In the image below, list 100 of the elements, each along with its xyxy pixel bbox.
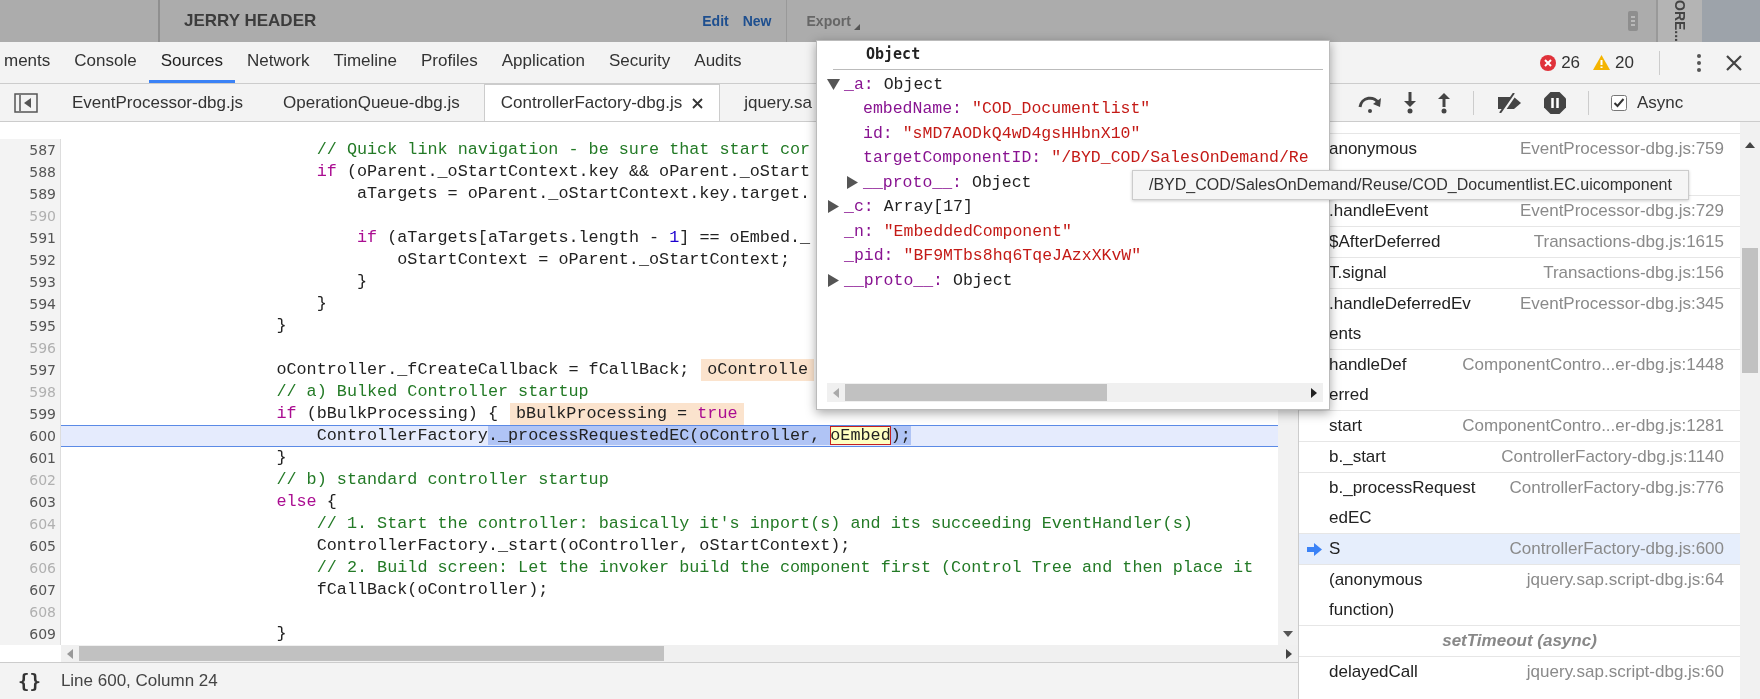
scrollbar-thumb[interactable] [79,646,664,661]
line-number[interactable]: 595 [0,315,61,337]
scroll-up-arrow-icon[interactable] [1745,142,1755,148]
pause-on-exceptions-icon[interactable] [1544,91,1566,114]
panel-tab[interactable]: Timeline [321,42,409,83]
property-text: _a: Object [844,74,944,94]
file-tab[interactable]: ControllerFactory-dbg.js [483,84,721,121]
function-name: start [1329,415,1363,437]
line-number[interactable]: 603 [0,491,61,513]
scrollbar-thumb[interactable] [1742,248,1758,373]
property-text: id: "sMD7AODkQ4wD4gsHHbnX10" [863,123,1141,143]
side-label: ORE... [1672,0,1688,42]
warning-count: 20 [1615,52,1634,73]
call-frame[interactable]: b._start ControllerFactory-dbg.js:1140 [1299,441,1740,472]
code-text: // 2. Build screen: Let the invoker build the component first (Control Tree and then place it [315,558,1254,578]
line-number[interactable]: 607 [0,579,61,601]
expand-arrow-icon[interactable] [827,200,840,214]
scrollbar-thumb[interactable] [845,384,1107,401]
error-count: 26 [1561,52,1581,73]
more-menu-icon[interactable] [1697,53,1701,72]
expand-arrow-icon[interactable] [846,175,859,189]
function-name: .handleEvent [1329,200,1429,222]
step-into-icon[interactable] [1403,91,1417,114]
panel-tab[interactable]: Application [489,42,597,83]
code-text: // b) standard controller startup [275,470,609,490]
line-number[interactable]: 599 [0,403,61,425]
current-frame-arrow-icon [1306,543,1322,556]
line-number[interactable]: 601 [0,447,61,469]
horizontal-scrollbar[interactable] [61,645,1298,662]
property-text: _pid: "BF9MTbs8hq6TqeJAzxXKvW" [844,246,1142,266]
step-out-icon[interactable] [1437,91,1451,114]
function-name: $AfterDeferred [1329,231,1441,253]
property-text: _n: "EmbeddedComponent" [844,221,1072,241]
code-text: else { [275,492,337,512]
panel-tab[interactable]: Security [596,42,683,83]
line-number[interactable]: 597 [0,359,61,381]
sidebar-toggle-icon[interactable] [14,93,38,113]
line-number[interactable]: 588 [0,161,61,183]
panel-tab[interactable]: Profiles [409,42,490,83]
code-text: aTargets = oParent._oStartContext.key.target. [355,184,811,204]
header-action-link[interactable]: Edit [702,13,729,29]
header-action-link[interactable]: New [742,13,772,29]
source-location-link[interactable]: Transactions-dbg.js:1615 [1533,227,1740,257]
line-number[interactable]: 594 [0,293,61,315]
expand-arrow-icon[interactable] [827,77,840,91]
source-location-link[interactable]: Transactions-dbg.js:156 [1543,258,1740,288]
panel-tab[interactable]: Audits [682,42,754,83]
property-text: __proto__: Object [844,270,1013,290]
close-icon[interactable] [1726,54,1742,71]
file-tab[interactable]: EventProcessor-dbg.js [56,84,260,121]
line-number[interactable]: 609 [0,623,61,645]
line-number[interactable]: 589 [0,183,61,205]
scroll-down-arrow-icon[interactable] [1283,631,1293,637]
source-location-link[interactable]: ComponentContro...er-dbg.js:1448 [1462,350,1740,410]
warning-icon [1593,55,1611,70]
function-name: b._start [1329,446,1386,468]
close-icon[interactable] [692,97,704,109]
scroll-handle-icon[interactable] [1628,11,1638,31]
call-frame[interactable]: delayedCall jquery.sap.script-dbg.js:60 [1299,656,1740,687]
async-label: Async [1637,92,1684,113]
file-tab[interactable]: OperationQueue-dbg.js [267,84,476,121]
tooltip: /BYD_COD/SalesOnDemand/Reuse/COD_Documentlist.EC.uicomponent [1132,170,1689,200]
header-panel [1702,0,1760,42]
call-frame[interactable]: S ControllerFactory-dbg.js:600 [1299,533,1740,564]
code-text: if (bBulkProcessing) { [275,404,498,424]
caret-icon [853,24,860,30]
source-location-link[interactable]: jquery.sap.script-dbg.js:64 [1526,565,1740,625]
source-location-link[interactable]: EventProcessor-dbg.js:345 [1519,289,1740,349]
error-icon [1540,54,1557,71]
function-name: (anonymous function) [1329,569,1423,621]
code-text: oStartContext = oParent._oStartContext; [396,250,790,270]
horizontal-scrollbar[interactable] [827,383,1323,402]
line-number[interactable]: 591 [0,227,61,249]
panel-tab[interactable]: ments [0,42,63,83]
line-number[interactable]: 593 [0,271,61,293]
code-text: // 1. Start the controller: basically it's inport(s) and its succeeding EventHandler(s) [315,514,1193,534]
scroll-right-arrow-icon[interactable] [1286,648,1292,659]
panel-tab[interactable]: Console [62,42,149,83]
line-number[interactable]: 587 [0,139,61,161]
source-location-link[interactable]: ControllerFactory-dbg.js:776 [1509,473,1740,533]
code-text: } [275,316,287,336]
source-location-link[interactable]: jquery.sap.script-dbg.js:60 [1526,657,1740,687]
function-name: T.signal [1329,262,1387,284]
scroll-right-arrow-icon[interactable] [1311,387,1317,398]
code-text: if (oParent._oStartContext.key && oParent._oStart [315,162,811,182]
vertical-scrollbar[interactable] [1740,122,1760,699]
code-text: oController._fCreateCallback = fCallBack; [275,360,690,380]
code-text: } [355,272,368,292]
async-checkbox[interactable] [1611,94,1627,111]
line-number[interactable]: 592 [0,249,61,271]
popover-title: Object [833,41,1323,70]
panel-tab[interactable]: Network [235,42,322,83]
line-number[interactable]: 605 [0,535,61,557]
source-location-link[interactable]: ComponentContro...er-dbg.js:1281 [1462,411,1740,441]
code-text: fCallBack(oController); [315,580,549,600]
pretty-print-button[interactable]: {} [18,670,41,692]
line-number[interactable]: 600 [0,425,61,447]
side-tab[interactable]: ORE... [1656,0,1702,42]
source-location-link[interactable]: ControllerFactory-dbg.js:1140 [1501,442,1740,472]
expand-arrow-icon[interactable] [827,273,840,287]
